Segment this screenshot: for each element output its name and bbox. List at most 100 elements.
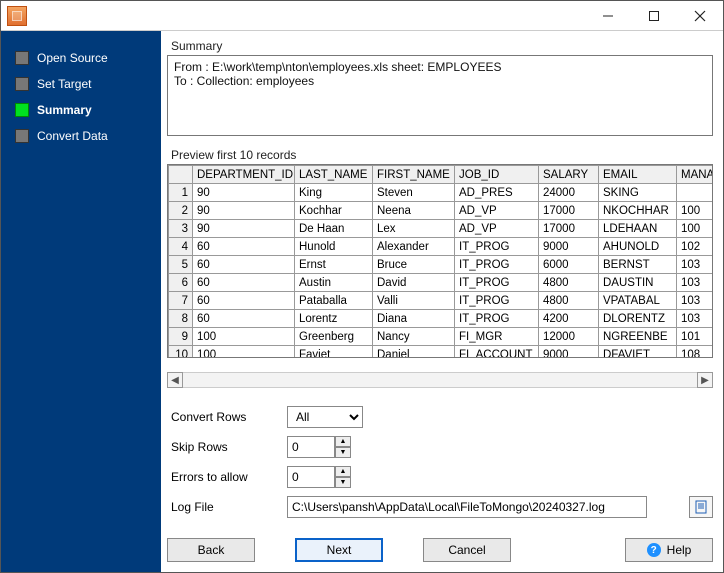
row-number: 3 — [169, 220, 193, 238]
cell: 103 — [677, 292, 714, 310]
cell: Steven — [373, 184, 455, 202]
cell: 103 — [677, 256, 714, 274]
log-file-input[interactable] — [287, 496, 647, 518]
skip-rows-input[interactable] — [287, 436, 335, 458]
back-button[interactable]: Back — [167, 538, 255, 562]
cell: DFAVIET — [599, 346, 677, 358]
sidebar-item-set-target[interactable]: Set Target — [1, 71, 161, 97]
cell: 60 — [193, 256, 295, 274]
table-row[interactable]: 10100FavietDanielFI_ACCOUNT9000DFAVIET10… — [169, 346, 714, 358]
sidebar-item-summary[interactable]: Summary — [1, 97, 161, 123]
cell: Pataballa — [295, 292, 373, 310]
sidebar: Open Source Set Target Summary Convert D… — [1, 31, 161, 572]
maximize-button[interactable] — [631, 2, 677, 30]
table-row[interactable]: 390De HaanLexAD_VP17000LDEHAAN100 — [169, 220, 714, 238]
cell: 60 — [193, 238, 295, 256]
summary-textbox[interactable]: From : E:\work\temp\nton\employees.xls s… — [167, 55, 713, 136]
scroll-left-icon[interactable]: ◀ — [167, 372, 183, 388]
spin-up-icon[interactable]: ▲ — [335, 436, 351, 447]
preview-label: Preview first 10 records — [167, 146, 713, 164]
cell: NGREENBE — [599, 328, 677, 346]
errors-allow-input[interactable] — [287, 466, 335, 488]
convert-rows-select[interactable]: All — [287, 406, 363, 428]
cell: IT_PROG — [455, 238, 539, 256]
skip-rows-label: Skip Rows — [167, 440, 287, 454]
cell: SKING — [599, 184, 677, 202]
table-row[interactable]: 9100GreenbergNancyFI_MGR12000NGREENBE101 — [169, 328, 714, 346]
cell: 90 — [193, 220, 295, 238]
next-button[interactable]: Next — [295, 538, 383, 562]
column-header[interactable]: EMAIL — [599, 166, 677, 184]
table-row[interactable]: 660AustinDavidIT_PROG4800DAUSTIN103 — [169, 274, 714, 292]
row-number: 10 — [169, 346, 193, 358]
help-button[interactable]: ?Help — [625, 538, 713, 562]
cell: David — [373, 274, 455, 292]
scroll-right-icon[interactable]: ▶ — [697, 372, 713, 388]
horizontal-scrollbar[interactable]: ◀ ▶ — [167, 372, 713, 388]
cell: IT_PROG — [455, 292, 539, 310]
cell: 101 — [677, 328, 714, 346]
cell: 60 — [193, 292, 295, 310]
back-button-label: Back — [198, 543, 225, 557]
errors-allow-stepper[interactable]: ▲▼ — [287, 466, 351, 488]
cell: FI_MGR — [455, 328, 539, 346]
minimize-button[interactable] — [585, 2, 631, 30]
cell: 100 — [677, 202, 714, 220]
cell: Hunold — [295, 238, 373, 256]
row-number: 6 — [169, 274, 193, 292]
rownum-header[interactable] — [169, 166, 193, 184]
cell: Daniel — [373, 346, 455, 358]
cell: Lorentz — [295, 310, 373, 328]
sidebar-item-open-source[interactable]: Open Source — [1, 45, 161, 71]
cell: 108 — [677, 346, 714, 358]
column-header[interactable]: DEPARTMENT_ID — [193, 166, 295, 184]
cell: Valli — [373, 292, 455, 310]
cell: VPATABAL — [599, 292, 677, 310]
cell: 6000 — [539, 256, 599, 274]
close-button[interactable] — [677, 2, 723, 30]
log-file-label: Log File — [167, 500, 287, 514]
row-number: 9 — [169, 328, 193, 346]
next-button-label: Next — [327, 543, 352, 557]
table-row[interactable]: 190KingStevenAD_PRES24000SKING — [169, 184, 714, 202]
cell: 24000 — [539, 184, 599, 202]
cancel-button[interactable]: Cancel — [423, 538, 511, 562]
app-window: Open Source Set Target Summary Convert D… — [0, 0, 724, 573]
options-form: Convert Rows All Skip Rows ▲▼ Errors to … — [167, 402, 713, 522]
table-row[interactable]: 460HunoldAlexanderIT_PROG9000AHUNOLD102 — [169, 238, 714, 256]
skip-rows-stepper[interactable]: ▲▼ — [287, 436, 351, 458]
convert-rows-label: Convert Rows — [167, 410, 287, 424]
cell: AD_PRES — [455, 184, 539, 202]
browse-log-button[interactable] — [689, 496, 713, 518]
cell: 102 — [677, 238, 714, 256]
preview-table: DEPARTMENT_IDLAST_NAMEFIRST_NAMEJOB_IDSA… — [167, 164, 713, 358]
cell: Greenberg — [295, 328, 373, 346]
column-header[interactable]: FIRST_NAME — [373, 166, 455, 184]
spin-down-icon[interactable]: ▼ — [335, 477, 351, 488]
table-row[interactable]: 860LorentzDianaIT_PROG4200DLORENTZ103 — [169, 310, 714, 328]
table-row[interactable]: 290KochharNeenaAD_VP17000NKOCHHAR100 — [169, 202, 714, 220]
cell: 17000 — [539, 202, 599, 220]
cell — [677, 184, 714, 202]
square-icon — [15, 103, 29, 117]
column-header[interactable]: LAST_NAME — [295, 166, 373, 184]
cell: Nancy — [373, 328, 455, 346]
column-header[interactable]: JOB_ID — [455, 166, 539, 184]
scroll-track[interactable] — [183, 372, 697, 388]
cell: Kochhar — [295, 202, 373, 220]
sidebar-item-label: Open Source — [37, 51, 108, 65]
column-header[interactable]: SALARY — [539, 166, 599, 184]
table-row[interactable]: 560ErnstBruceIT_PROG6000BERNST103 — [169, 256, 714, 274]
spin-up-icon[interactable]: ▲ — [335, 466, 351, 477]
sidebar-item-label: Set Target — [37, 77, 91, 91]
table-row[interactable]: 760PataballaValliIT_PROG4800VPATABAL103 — [169, 292, 714, 310]
cell: 17000 — [539, 220, 599, 238]
cell: 12000 — [539, 328, 599, 346]
cell: King — [295, 184, 373, 202]
column-header[interactable]: MANAG — [677, 166, 714, 184]
summary-label: Summary — [167, 37, 713, 55]
wizard-buttons: Back Next Cancel ?Help — [167, 538, 713, 566]
sidebar-item-convert-data[interactable]: Convert Data — [1, 123, 161, 149]
spin-down-icon[interactable]: ▼ — [335, 447, 351, 458]
cell: 90 — [193, 184, 295, 202]
